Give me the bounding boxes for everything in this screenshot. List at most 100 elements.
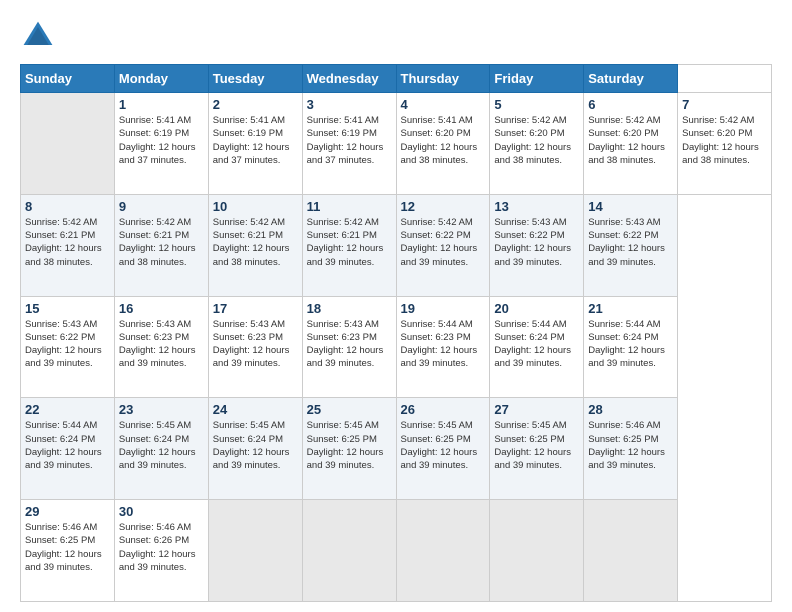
logo-icon [20,18,56,54]
calendar-cell: 11 Sunrise: 5:42 AMSunset: 6:21 PMDayligh… [302,194,396,296]
day-info: Sunrise: 5:43 AMSunset: 6:22 PMDaylight:… [25,318,110,371]
day-info: Sunrise: 5:45 AMSunset: 6:24 PMDaylight:… [119,419,204,472]
day-header-monday: Monday [114,65,208,93]
day-info: Sunrise: 5:42 AMSunset: 6:21 PMDaylight:… [119,216,204,269]
calendar-cell: 20 Sunrise: 5:44 AMSunset: 6:24 PMDayligh… [490,296,584,398]
calendar-cell: 4Sunrise: 5:41 AMSunset: 6:20 PMDaylight… [396,93,490,195]
day-info: Sunrise: 5:43 AMSunset: 6:23 PMDaylight:… [119,318,204,371]
day-number: 20 [494,301,579,316]
day-number: 21 [588,301,673,316]
day-header-tuesday: Tuesday [208,65,302,93]
day-number: 11 [307,199,392,214]
calendar-cell: 17 Sunrise: 5:43 AMSunset: 6:23 PMDayligh… [208,296,302,398]
day-number: 19 [401,301,486,316]
calendar-cell: 29 Sunrise: 5:46 AMSunset: 6:25 PMDayligh… [21,500,115,602]
day-info: Sunrise: 5:42 AMSunset: 6:20 PMDaylight:… [682,114,767,167]
calendar-cell: 9 Sunrise: 5:42 AMSunset: 6:21 PMDaylight… [114,194,208,296]
day-info: Sunrise: 5:46 AMSunset: 6:25 PMDaylight:… [25,521,110,574]
day-number: 24 [213,402,298,417]
calendar-cell: 2 Sunrise: 5:41 AMSunset: 6:19 PMDaylight… [208,93,302,195]
day-number: 16 [119,301,204,316]
day-number: 2 [213,97,298,112]
day-info: Sunrise: 5:41 AMSunset: 6:20 PMDaylight:… [401,114,486,167]
calendar-cell: 10 Sunrise: 5:42 AMSunset: 6:21 PMDayligh… [208,194,302,296]
calendar-week-row: 22 Sunrise: 5:44 AMSunset: 6:24 PMDayligh… [21,398,772,500]
day-number: 8 [25,199,110,214]
day-number: 3 [307,97,392,112]
logo [20,18,62,54]
header [20,18,772,54]
calendar-cell: 6 Sunrise: 5:42 AMSunset: 6:20 PMDaylight… [584,93,678,195]
calendar-cell: 30 Sunrise: 5:46 AMSunset: 6:26 PMDayligh… [114,500,208,602]
calendar-cell [208,500,302,602]
day-number: 22 [25,402,110,417]
calendar-week-row: 29 Sunrise: 5:46 AMSunset: 6:25 PMDayligh… [21,500,772,602]
day-header-thursday: Thursday [396,65,490,93]
calendar-cell [21,93,115,195]
day-number: 30 [119,504,204,519]
day-header-saturday: Saturday [584,65,678,93]
day-number: 23 [119,402,204,417]
day-number: 9 [119,199,204,214]
day-info: Sunrise: 5:43 AMSunset: 6:22 PMDaylight:… [588,216,673,269]
calendar-cell: 23 Sunrise: 5:45 AMSunset: 6:24 PMDayligh… [114,398,208,500]
calendar-week-row: 1 Sunrise: 5:41 AMSunset: 6:19 PMDaylight… [21,93,772,195]
calendar-cell: 13 Sunrise: 5:43 AMSunset: 6:22 PMDayligh… [490,194,584,296]
day-number: 13 [494,199,579,214]
day-info: Sunrise: 5:45 AMSunset: 6:25 PMDaylight:… [401,419,486,472]
day-number: 15 [25,301,110,316]
calendar-cell: 21 Sunrise: 5:44 AMSunset: 6:24 PMDayligh… [584,296,678,398]
calendar-cell: 7 Sunrise: 5:42 AMSunset: 6:20 PMDaylight… [678,93,772,195]
calendar-cell [396,500,490,602]
day-number: 10 [213,199,298,214]
day-info: Sunrise: 5:42 AMSunset: 6:21 PMDaylight:… [25,216,110,269]
day-info: Sunrise: 5:41 AMSunset: 6:19 PMDaylight:… [119,114,204,167]
day-info: Sunrise: 5:43 AMSunset: 6:23 PMDaylight:… [307,318,392,371]
day-info: Sunrise: 5:45 AMSunset: 6:25 PMDaylight:… [494,419,579,472]
day-info: Sunrise: 5:46 AMSunset: 6:26 PMDaylight:… [119,521,204,574]
day-number: 29 [25,504,110,519]
calendar-header-row: SundayMondayTuesdayWednesdayThursdayFrid… [21,65,772,93]
day-number: 7 [682,97,767,112]
day-number: 5 [494,97,579,112]
day-info: Sunrise: 5:41 AMSunset: 6:19 PMDaylight:… [307,114,392,167]
calendar-cell: 5Sunrise: 5:42 AMSunset: 6:20 PMDaylight… [490,93,584,195]
day-header-friday: Friday [490,65,584,93]
day-number: 25 [307,402,392,417]
calendar-week-row: 15 Sunrise: 5:43 AMSunset: 6:22 PMDayligh… [21,296,772,398]
day-info: Sunrise: 5:43 AMSunset: 6:22 PMDaylight:… [494,216,579,269]
day-number: 12 [401,199,486,214]
day-info: Sunrise: 5:45 AMSunset: 6:24 PMDaylight:… [213,419,298,472]
day-number: 1 [119,97,204,112]
calendar-cell: 16 Sunrise: 5:43 AMSunset: 6:23 PMDayligh… [114,296,208,398]
calendar-week-row: 8 Sunrise: 5:42 AMSunset: 6:21 PMDaylight… [21,194,772,296]
page: SundayMondayTuesdayWednesdayThursdayFrid… [0,0,792,612]
calendar-cell: 27 Sunrise: 5:45 AMSunset: 6:25 PMDayligh… [490,398,584,500]
calendar-cell: 22 Sunrise: 5:44 AMSunset: 6:24 PMDayligh… [21,398,115,500]
day-number: 27 [494,402,579,417]
day-info: Sunrise: 5:42 AMSunset: 6:21 PMDaylight:… [307,216,392,269]
day-info: Sunrise: 5:44 AMSunset: 6:24 PMDaylight:… [494,318,579,371]
day-info: Sunrise: 5:42 AMSunset: 6:21 PMDaylight:… [213,216,298,269]
day-info: Sunrise: 5:42 AMSunset: 6:22 PMDaylight:… [401,216,486,269]
day-info: Sunrise: 5:43 AMSunset: 6:23 PMDaylight:… [213,318,298,371]
day-number: 18 [307,301,392,316]
day-info: Sunrise: 5:41 AMSunset: 6:19 PMDaylight:… [213,114,298,167]
day-number: 14 [588,199,673,214]
calendar-cell [490,500,584,602]
day-info: Sunrise: 5:46 AMSunset: 6:25 PMDaylight:… [588,419,673,472]
calendar-cell [302,500,396,602]
day-info: Sunrise: 5:44 AMSunset: 6:23 PMDaylight:… [401,318,486,371]
day-info: Sunrise: 5:44 AMSunset: 6:24 PMDaylight:… [588,318,673,371]
day-number: 26 [401,402,486,417]
day-number: 6 [588,97,673,112]
day-info: Sunrise: 5:44 AMSunset: 6:24 PMDaylight:… [25,419,110,472]
day-number: 17 [213,301,298,316]
calendar-cell: 26 Sunrise: 5:45 AMSunset: 6:25 PMDayligh… [396,398,490,500]
day-header-wednesday: Wednesday [302,65,396,93]
calendar-cell: 3 Sunrise: 5:41 AMSunset: 6:19 PMDaylight… [302,93,396,195]
calendar-cell: 15 Sunrise: 5:43 AMSunset: 6:22 PMDayligh… [21,296,115,398]
day-info: Sunrise: 5:42 AMSunset: 6:20 PMDaylight:… [588,114,673,167]
calendar-cell: 24 Sunrise: 5:45 AMSunset: 6:24 PMDayligh… [208,398,302,500]
calendar-cell: 28Sunrise: 5:46 AMSunset: 6:25 PMDayligh… [584,398,678,500]
